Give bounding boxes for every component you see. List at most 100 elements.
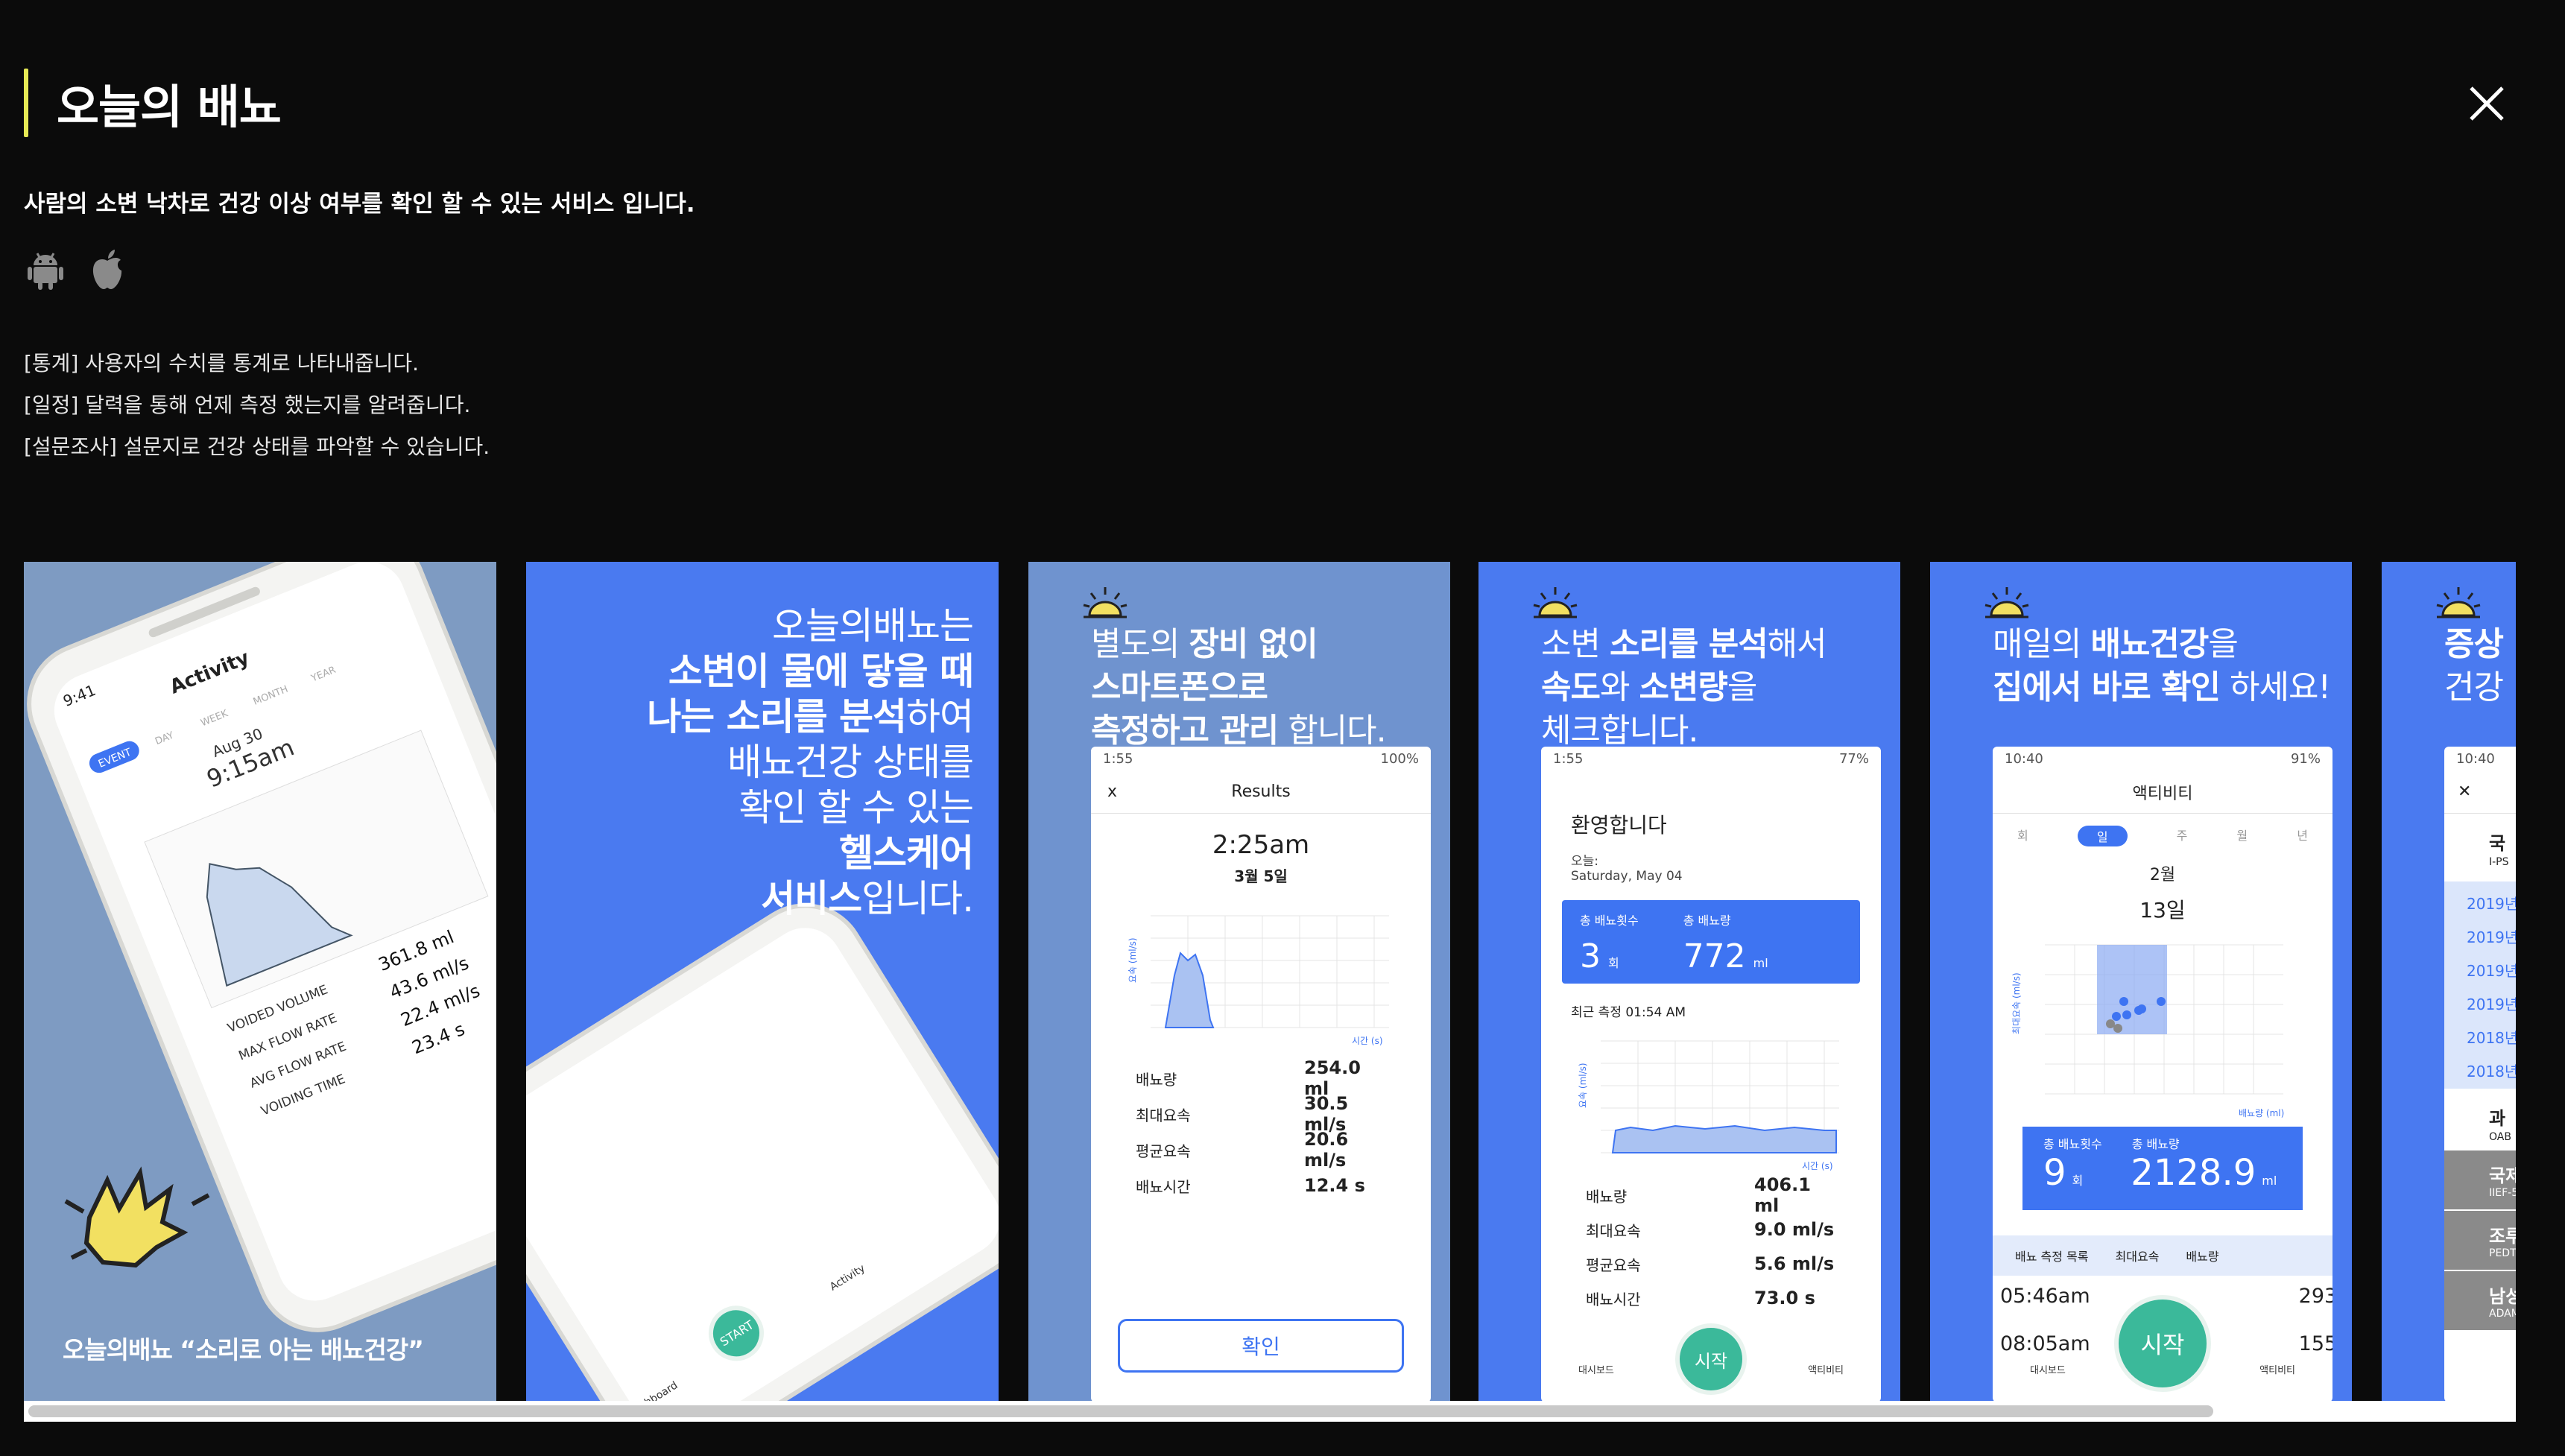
- sun-icon: [1533, 587, 1578, 618]
- page-subtitle: 사람의 소변 낙차로 건강 이상 여부를 확인 할 수 있는 서비스 입니다.: [24, 191, 695, 218]
- y-axis-label: 요속 (ml/s): [1127, 937, 1138, 983]
- day-label: 13일: [2139, 898, 2186, 922]
- stat-row: 배뇨시간 12.4 s: [1136, 1175, 1365, 1196]
- close-icon[interactable]: x: [1107, 782, 1117, 801]
- status-bar: 1:55 77%: [1553, 751, 1869, 767]
- daily-summary-box: 총 배뇨횟수 총 배뇨량 9회 2128.9 ml: [2022, 1127, 2303, 1210]
- status-bar: 1:55 100%: [1103, 751, 1419, 767]
- close-button[interactable]: [2467, 83, 2507, 124]
- period-tabs: 회 일 주 월 년: [1993, 826, 2332, 846]
- screen-title: Results: [1231, 782, 1291, 801]
- stat-row: 배뇨량 406.1 ml: [1586, 1174, 1811, 1216]
- shot2-line: 확인 할 수 있는: [738, 786, 974, 829]
- tab-period[interactable]: 월: [2236, 826, 2248, 846]
- today-label: 오늘: Saturday, May 04: [1571, 854, 1683, 884]
- sun-icon: [1984, 587, 2029, 618]
- screen-header: 액티비티: [1993, 770, 2332, 814]
- gallery-screenshot-5[interactable]: 매일의 배뇨건강을 집에서 바로 확인 하세요! 10:40 91% 액티비티 회…: [1930, 562, 2352, 1401]
- status-bar: 10:40: [2456, 751, 2495, 767]
- gallery-scrollbar[interactable]: [24, 1401, 2516, 1422]
- phone-screen-survey: 10:40 ✕ 국 I-PS 2019년 2019년 2019년 2019년 201…: [2444, 747, 2516, 1401]
- x-axis-label: 시간 (s): [1352, 1036, 1383, 1046]
- nav-dashboard[interactable]: 대시보드: [2030, 1362, 2066, 1376]
- recent-measurement: 최근 측정 01:54 AM: [1571, 1005, 1686, 1020]
- shot5-text: 매일의 배뇨건강을 집에서 바로 확인 하세요!: [1993, 625, 2331, 706]
- survey-section-title: 과: [2489, 1108, 2506, 1129]
- survey-item[interactable]: 조루 PEDT: [2444, 1211, 2516, 1271]
- survey-item[interactable]: 남성 ADAM: [2444, 1271, 2516, 1330]
- shot2-line: 배뇨건강 상태를: [727, 741, 974, 784]
- shot3-text: 별도의 장비 없이 스마트폰으로 측정하고 관리 합니다.: [1091, 625, 1387, 750]
- page-title: 오늘의 배뇨: [57, 80, 282, 134]
- screen-title: 액티비티: [2132, 784, 2193, 803]
- gallery-screenshot-2[interactable]: START Dashboard Activity 오늘의배뇨는 소변이 물에 닿…: [526, 562, 999, 1401]
- nav-activity[interactable]: 액티비티: [2259, 1362, 2295, 1376]
- survey-year-list: 2019년 2019년 2019년 2019년 2018년 2018년: [2444, 881, 2516, 1089]
- stat-row: 평균요속 20.6 ml/s: [1136, 1129, 1349, 1171]
- result-time: 2:25am: [1212, 830, 1310, 860]
- welcome-title: 환영합니다: [1571, 813, 1667, 838]
- tab-period[interactable]: 년: [2297, 826, 2308, 846]
- result-date: 3월 5일: [1234, 867, 1288, 885]
- phone-screen-activity: 10:40 91% 액티비티 회 일 주 월 년 2월 13일 최대요속 (ml…: [1993, 747, 2332, 1401]
- stat-row: 배뇨시간 73.0 s: [1586, 1288, 1815, 1308]
- phone-illustration: 9:41 Activity EVENT DAY WEEK MONTH YEAR …: [27, 562, 496, 1332]
- close-icon: [2470, 86, 2504, 121]
- android-icon[interactable]: [27, 249, 64, 291]
- shot1-caption: 오늘의배뇨 “소리로 아는 배뇨건강”: [63, 1335, 424, 1364]
- y-axis-label: 요속 (ml/s): [1578, 1063, 1588, 1108]
- tab-period-active[interactable]: 일: [2077, 826, 2128, 846]
- flow-chart: 요속 (ml/s) 시간 (s): [1127, 915, 1389, 1046]
- sun-icon: [1083, 587, 1127, 618]
- scrollbar-thumb[interactable]: [28, 1405, 2213, 1417]
- feature-item: [일정] 달력을 통해 언제 측정 했는지를 알려줍니다.: [24, 393, 471, 417]
- stat-row: 배뇨량 254.0 ml: [1136, 1057, 1361, 1099]
- close-icon[interactable]: ✕: [2458, 782, 2471, 801]
- survey-section-sub: I-PS: [2489, 856, 2509, 868]
- result-stats: 배뇨량 254.0 ml 최대요속 30.5 ml/s 평균요속 20.6 ml/s …: [1091, 1057, 1431, 1203]
- shot2-line: 헬스케어: [839, 832, 974, 875]
- shot6-text: 증상 건강: [2444, 625, 2504, 706]
- dashboard-stats: 배뇨량 406.1 ml 최대요속 9.0 ml/s 평균요속 5.6 ml/s 배뇨…: [1541, 1174, 1881, 1315]
- shot2-text: 오늘의배뇨는 소변이 물에 닿을 때 나는 소리를 분석하여 배뇨건강 상태를 …: [647, 604, 974, 922]
- feature-item: [설문조사] 설문지로 건강 상태를 파악할 수 있습니다.: [24, 434, 490, 459]
- tab-period[interactable]: 주: [2177, 826, 2188, 846]
- x-axis-label: 시간 (s): [1802, 1161, 1833, 1171]
- start-button[interactable]: 시작: [2114, 1295, 2211, 1392]
- shot2-line: 소변이 물에 닿을 때: [668, 650, 974, 693]
- gallery-screenshot-3[interactable]: 별도의 장비 없이 스마트폰으로 측정하고 관리 합니다. 1:55 100% x…: [1028, 562, 1450, 1401]
- nav-dashboard[interactable]: 대시보드: [1578, 1362, 1614, 1376]
- confirm-button[interactable]: 확인: [1118, 1319, 1404, 1373]
- gallery-screenshot-4[interactable]: 소변 소리를 분석해서 속도와 소변량을 체크합니다. 1:55 77% 환영합니…: [1478, 562, 1900, 1401]
- start-button[interactable]: 시작: [1675, 1323, 1747, 1395]
- tab-period[interactable]: 회: [2017, 826, 2028, 846]
- y-axis-label: 최대요속 (ml/s): [2011, 972, 2022, 1034]
- scatter-chart: 최대요속 (ml/s) 배뇨량 (ml): [2011, 944, 2284, 1118]
- shot4-text: 소변 소리를 분석해서 속도와 소변량을 체크합니다.: [1541, 625, 1827, 750]
- gallery-screenshot-6[interactable]: 증상 건강 10:40 ✕ 국 I-PS 2019년 2019년 2019년 201…: [2382, 562, 2516, 1401]
- month-label: 2월: [2149, 866, 2176, 884]
- shot2-line: 서비스입니다.: [761, 877, 974, 920]
- screen-header: ✕: [2444, 770, 2516, 814]
- feature-list: [통계] 사용자의 수치를 통계로 나타내줍니다. [일정] 달력을 통해 언제…: [24, 343, 490, 468]
- apple-icon[interactable]: [89, 249, 127, 291]
- survey-section-title: 국: [2489, 833, 2506, 854]
- shot2-line: 나는 소리를 분석하여: [647, 695, 974, 738]
- stat-row: 최대요속 30.5 ml/s: [1136, 1093, 1349, 1135]
- nav-activity[interactable]: 액티비티: [1808, 1362, 1844, 1376]
- title-bar: 오늘의 배뇨: [24, 69, 282, 137]
- survey-item[interactable]: 국제 IIEF-5: [2444, 1150, 2516, 1211]
- sun-icon: [2436, 587, 2481, 618]
- x-axis-label: 배뇨량 (ml): [2239, 1108, 2284, 1118]
- measure-list-header: 배뇨 측정 목록 최대요속 배뇨량: [1993, 1235, 2332, 1276]
- stat-row: 평균요속 5.6 ml/s: [1586, 1253, 1835, 1274]
- summary-box: 총 배뇨횟수 3회 총 배뇨량 772 ml: [1562, 900, 1860, 984]
- gallery-screenshot-1[interactable]: 9:41 Activity EVENT DAY WEEK MONTH YEAR …: [24, 562, 496, 1401]
- title-accent-bar: [24, 69, 28, 137]
- status-bar: 10:40 91%: [2005, 751, 2321, 767]
- screenshot-gallery[interactable]: 9:41 Activity EVENT DAY WEEK MONTH YEAR …: [24, 562, 2516, 1401]
- shot2-line: 오늘의배뇨는: [772, 604, 974, 648]
- survey-section-sub: OAB: [2489, 1131, 2511, 1143]
- flow-chart: 요속 (ml/s) 시간 (s): [1578, 1040, 1839, 1171]
- platform-icons: [27, 249, 127, 291]
